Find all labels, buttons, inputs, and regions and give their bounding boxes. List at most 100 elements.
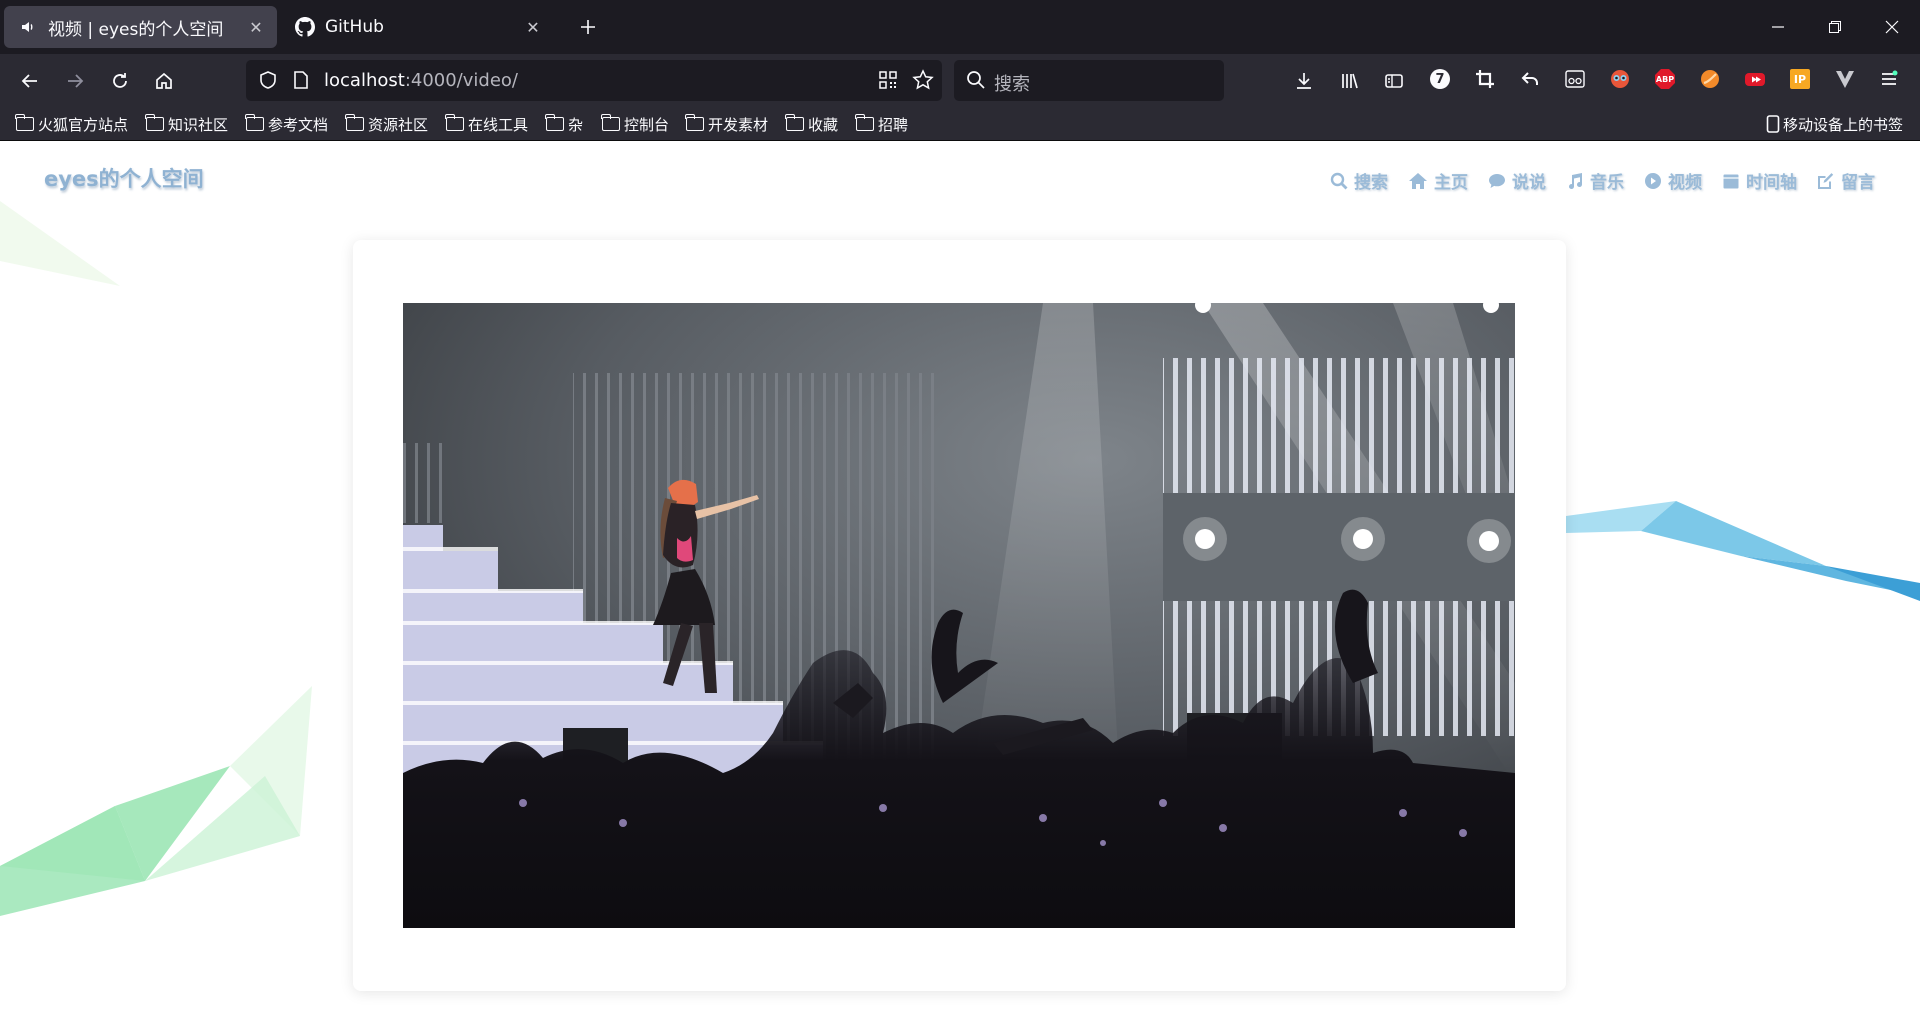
- library-icon[interactable]: [1336, 67, 1364, 95]
- page-icon[interactable]: [292, 70, 310, 94]
- restore-button[interactable]: [1807, 0, 1863, 54]
- forward-button[interactable]: [61, 67, 89, 95]
- download-icon[interactable]: [1290, 67, 1318, 95]
- bookmark-folder[interactable]: 招聘: [855, 113, 909, 135]
- bookmark-label: 知识社区: [168, 115, 229, 134]
- shield-icon[interactable]: [258, 70, 278, 94]
- bookmark-folder[interactable]: 收藏: [785, 113, 838, 135]
- nav-timeline[interactable]: 时间轴: [1722, 168, 1797, 193]
- folder-icon: [855, 114, 874, 131]
- site-logo[interactable]: eyes的个人空间: [44, 163, 204, 193]
- adblock-plus-icon[interactable]: ABP: [1652, 66, 1678, 92]
- close-window-button[interactable]: [1864, 0, 1920, 54]
- extension-number-badge-icon[interactable]: 7: [1427, 66, 1453, 92]
- bookmark-folder[interactable]: 杂: [545, 113, 584, 135]
- extension-ip-label: IP: [1793, 72, 1807, 86]
- minimize-button[interactable]: [1750, 0, 1806, 54]
- bookmark-label: 移动设备上的书签: [1783, 115, 1904, 134]
- extension-ip-icon[interactable]: IP: [1787, 66, 1813, 92]
- new-tab-button[interactable]: [574, 13, 602, 41]
- search-placeholder: 搜索: [994, 74, 1030, 95]
- folder-icon: [601, 114, 620, 131]
- bookmark-folder[interactable]: 参考文档: [245, 113, 329, 135]
- nav-home[interactable]: 主页: [1408, 168, 1468, 193]
- close-tab-icon[interactable]: ✕: [243, 14, 269, 40]
- undo-icon[interactable]: [1517, 66, 1543, 92]
- search-icon: [1330, 172, 1348, 189]
- address-bar[interactable]: localhost:4000/video/: [246, 60, 942, 101]
- folder-icon: [145, 114, 164, 131]
- bookmark-label: 控制台: [624, 115, 670, 134]
- tab-title: 视频 | eyes的个人空间: [48, 19, 224, 40]
- nav-music[interactable]: 音乐: [1566, 168, 1624, 193]
- video-frame: [403, 303, 1515, 928]
- bookmark-label: 火狐官方站点: [38, 115, 129, 134]
- calendar-icon: [1723, 174, 1739, 188]
- nav-label: 留言: [1841, 173, 1875, 193]
- qr-code-icon[interactable]: [878, 70, 898, 94]
- search-bar[interactable]: 搜索: [954, 60, 1224, 101]
- nav-search[interactable]: 搜索: [1330, 168, 1388, 193]
- mobile-bookmarks[interactable]: 移动设备上的书签: [1766, 113, 1903, 135]
- bookmark-folder[interactable]: 火狐官方站点: [15, 113, 129, 135]
- comment-icon: [1489, 173, 1505, 188]
- bookmark-folder[interactable]: 资源社区: [345, 113, 429, 135]
- mobile-device-icon: [1766, 115, 1780, 133]
- nav-label: 时间轴: [1746, 173, 1797, 193]
- back-button[interactable]: [16, 67, 44, 95]
- bookmark-label: 招聘: [878, 115, 909, 134]
- bookmark-label: 杂: [568, 115, 584, 134]
- url-path: :4000/video/: [404, 70, 518, 91]
- crop-icon[interactable]: [1472, 66, 1498, 92]
- tab-github[interactable]: GitHub ✕: [281, 6, 554, 48]
- nav-moments[interactable]: 说说: [1488, 168, 1546, 193]
- bookmark-label: 在线工具: [468, 115, 529, 134]
- bookmark-folder[interactable]: 开发素材: [685, 113, 769, 135]
- bookmark-star-icon[interactable]: [912, 69, 934, 95]
- extension-badge-text: 7: [1435, 71, 1445, 87]
- bookmarks-toolbar: 火狐官方站点 知识社区 参考文档 资源社区 在线工具 杂 控制台 开发素材 收藏…: [0, 108, 1920, 141]
- bookmark-folder[interactable]: 在线工具: [445, 113, 529, 135]
- decorative-ribbon-green: [0, 686, 312, 916]
- github-icon: [295, 17, 315, 37]
- extension-orange-circle-icon[interactable]: [1697, 66, 1723, 92]
- reload-button[interactable]: [106, 67, 134, 95]
- nav-guestbook[interactable]: 留言: [1817, 168, 1875, 193]
- nav-label: 音乐: [1590, 173, 1624, 193]
- home-icon: [1409, 172, 1427, 189]
- bookmark-folder[interactable]: 控制台: [601, 113, 670, 135]
- url-host: localhost: [324, 70, 405, 91]
- nav-label: 说说: [1512, 173, 1546, 193]
- close-tab-icon[interactable]: ✕: [520, 14, 546, 40]
- reader-glasses-icon[interactable]: [1562, 66, 1588, 92]
- video-player[interactable]: [403, 303, 1515, 928]
- home-button[interactable]: [150, 67, 178, 95]
- extension-face-icon[interactable]: [1607, 66, 1633, 92]
- tab-video[interactable]: 视频 | eyes的个人空间 ✕: [4, 6, 277, 48]
- edit-icon: [1818, 172, 1834, 189]
- bookmark-folder[interactable]: 知识社区: [145, 113, 229, 135]
- speaker-icon[interactable]: [18, 17, 38, 37]
- folder-icon: [445, 114, 464, 131]
- play-circle-icon: [1645, 172, 1661, 189]
- nav-label: 搜索: [1354, 173, 1388, 193]
- bookmark-label: 资源社区: [368, 115, 429, 134]
- nav-video[interactable]: 视频: [1644, 168, 1702, 193]
- url-text[interactable]: localhost:4000/video/: [324, 70, 518, 91]
- adblock-label: ABP: [1655, 74, 1675, 84]
- nav-label: 视频: [1668, 173, 1702, 193]
- folder-icon: [785, 114, 804, 131]
- sidebar-icon[interactable]: [1380, 67, 1408, 95]
- search-icon: [966, 70, 986, 94]
- decorative-ribbon-top-left: [0, 201, 120, 286]
- tab-title: GitHub: [325, 17, 384, 37]
- folder-icon: [685, 114, 704, 131]
- folder-icon: [245, 114, 264, 131]
- bookmark-label: 开发素材: [708, 115, 769, 134]
- extension-v-icon[interactable]: [1832, 66, 1858, 92]
- video-card: [353, 240, 1566, 991]
- music-icon: [1569, 172, 1583, 189]
- app-menu-icon[interactable]: [1876, 66, 1902, 92]
- extension-red-play-icon[interactable]: [1742, 66, 1768, 92]
- bookmark-label: 参考文档: [268, 115, 329, 134]
